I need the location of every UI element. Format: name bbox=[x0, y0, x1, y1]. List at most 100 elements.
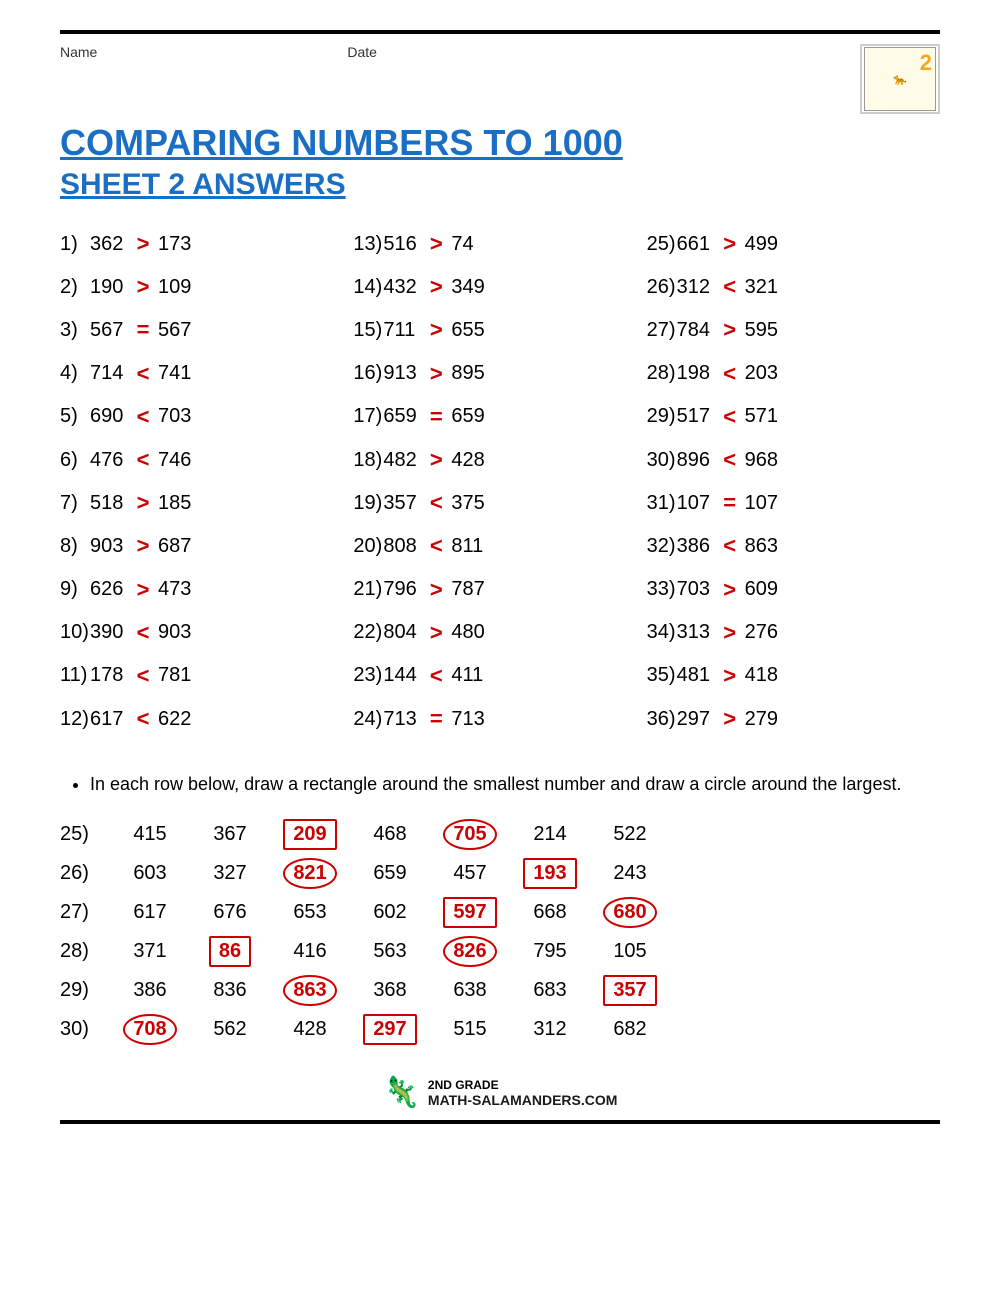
num-cell: 327 bbox=[190, 862, 270, 885]
num-rect: 193 bbox=[523, 858, 576, 889]
num-cell: 209 bbox=[270, 819, 350, 850]
comp-num-a: 626 bbox=[90, 573, 128, 605]
comp-row: 18)482>428 bbox=[353, 438, 646, 481]
comp-operator: > bbox=[715, 658, 745, 693]
comp-row-num: 8) bbox=[60, 530, 90, 562]
comp-row: 26)312<321 bbox=[647, 265, 940, 308]
comp-num-b: 473 bbox=[158, 573, 196, 605]
num-cell: 682 bbox=[590, 1018, 670, 1041]
comp-num-a: 190 bbox=[90, 271, 128, 303]
comp-num-a: 661 bbox=[677, 228, 715, 260]
comp-num-b: 571 bbox=[745, 400, 783, 432]
comp-row-num: 28) bbox=[647, 357, 677, 389]
comp-num-b: 781 bbox=[158, 659, 196, 691]
comp-row-num: 22) bbox=[353, 616, 383, 648]
bottom-border bbox=[60, 1120, 940, 1124]
num-cell: 457 bbox=[430, 862, 510, 885]
comp-num-b: 428 bbox=[451, 444, 489, 476]
num-cell: 368 bbox=[350, 979, 430, 1002]
comp-row-num: 30) bbox=[647, 444, 677, 476]
comp-row-num: 33) bbox=[647, 573, 677, 605]
col-group-3: 25)661>49926)312<32127)784>59528)198<203… bbox=[647, 222, 940, 740]
comp-num-a: 703 bbox=[677, 573, 715, 605]
comp-num-a: 903 bbox=[90, 530, 128, 562]
num-cell: 416 bbox=[270, 940, 350, 963]
num-cell: 214 bbox=[510, 823, 590, 846]
comp-num-a: 808 bbox=[383, 530, 421, 562]
footer: 🦎 2ND GRADE MATH-SALAMANDERS.COM bbox=[60, 1075, 940, 1110]
comp-num-b: 595 bbox=[745, 314, 783, 346]
num-cell: 668 bbox=[510, 901, 590, 924]
comp-row: 17)659=659 bbox=[353, 395, 646, 438]
num-cell: 562 bbox=[190, 1018, 270, 1041]
comp-num-a: 313 bbox=[677, 616, 715, 648]
comp-row-num: 25) bbox=[647, 228, 677, 260]
comp-row-num: 3) bbox=[60, 314, 90, 346]
comp-row-num: 11) bbox=[60, 659, 90, 691]
comp-row-num: 6) bbox=[60, 444, 90, 476]
comp-num-b: 321 bbox=[745, 271, 783, 303]
num-row: 29)386836863368638683357 bbox=[60, 975, 940, 1006]
num-cell: 297 bbox=[350, 1014, 430, 1045]
num-row: 26)603327821659457193243 bbox=[60, 858, 940, 889]
comp-num-a: 517 bbox=[677, 400, 715, 432]
comp-operator: > bbox=[421, 572, 451, 607]
comp-row: 23)144<411 bbox=[353, 654, 646, 697]
comp-num-a: 107 bbox=[677, 487, 715, 519]
comp-row: 34)313>276 bbox=[647, 611, 940, 654]
comp-row-num: 36) bbox=[647, 703, 677, 735]
comp-num-a: 784 bbox=[677, 314, 715, 346]
comp-num-b: 659 bbox=[451, 400, 489, 432]
comp-num-b: 703 bbox=[158, 400, 196, 432]
comp-row: 31)107=107 bbox=[647, 481, 940, 524]
comp-operator: > bbox=[421, 312, 451, 347]
comp-row: 19)357<375 bbox=[353, 481, 646, 524]
comp-num-a: 362 bbox=[90, 228, 128, 260]
comp-row-num: 1) bbox=[60, 228, 90, 260]
comp-num-b: 203 bbox=[745, 357, 783, 389]
comp-row-num: 32) bbox=[647, 530, 677, 562]
footer-grade: 2ND GRADE bbox=[428, 1078, 618, 1092]
comparison-grid: 1)362>1732)190>1093)567=5674)714<7415)69… bbox=[60, 222, 940, 740]
comp-row: 2)190>109 bbox=[60, 265, 353, 308]
comp-operator: > bbox=[421, 356, 451, 391]
name-label: Name bbox=[60, 44, 97, 60]
comp-row-num: 31) bbox=[647, 487, 677, 519]
comp-num-b: 499 bbox=[745, 228, 783, 260]
comp-num-b: 741 bbox=[158, 357, 196, 389]
num-cell: 468 bbox=[350, 823, 430, 846]
comp-row-num: 13) bbox=[353, 228, 383, 260]
comp-row-num: 7) bbox=[60, 487, 90, 519]
comp-num-b: 903 bbox=[158, 616, 196, 648]
comp-row-num: 16) bbox=[353, 357, 383, 389]
date-label: Date bbox=[347, 44, 377, 60]
num-row: 27)617676653602597668680 bbox=[60, 897, 940, 928]
comp-row-num: 19) bbox=[353, 487, 383, 519]
comp-num-a: 896 bbox=[677, 444, 715, 476]
num-cell: 193 bbox=[510, 858, 590, 889]
comp-num-b: 968 bbox=[745, 444, 783, 476]
comp-num-b: 655 bbox=[451, 314, 489, 346]
comp-num-a: 432 bbox=[383, 271, 421, 303]
comp-row-num: 27) bbox=[647, 314, 677, 346]
comp-row-num: 34) bbox=[647, 616, 677, 648]
num-cell: 683 bbox=[510, 979, 590, 1002]
num-rect: 86 bbox=[209, 936, 251, 967]
comp-num-a: 357 bbox=[383, 487, 421, 519]
col-group-1: 1)362>1732)190>1093)567=5674)714<7415)69… bbox=[60, 222, 353, 740]
num-cell: 515 bbox=[430, 1018, 510, 1041]
comp-num-a: 617 bbox=[90, 703, 128, 735]
num-cell: 371 bbox=[110, 940, 190, 963]
comp-row: 24)713=713 bbox=[353, 697, 646, 740]
comp-row: 20)808<811 bbox=[353, 524, 646, 567]
page-subtitle: SHEET 2 ANSWERS bbox=[60, 168, 940, 202]
comp-operator: < bbox=[128, 442, 158, 477]
logo-num: 2 bbox=[920, 50, 932, 76]
num-rect: 297 bbox=[363, 1014, 416, 1045]
num-cell: 705 bbox=[430, 819, 510, 850]
comp-num-a: 690 bbox=[90, 400, 128, 432]
comp-row-num: 24) bbox=[353, 703, 383, 735]
num-cell: 602 bbox=[350, 901, 430, 924]
row-label: 30) bbox=[60, 1018, 110, 1041]
comp-row-num: 10) bbox=[60, 616, 90, 648]
